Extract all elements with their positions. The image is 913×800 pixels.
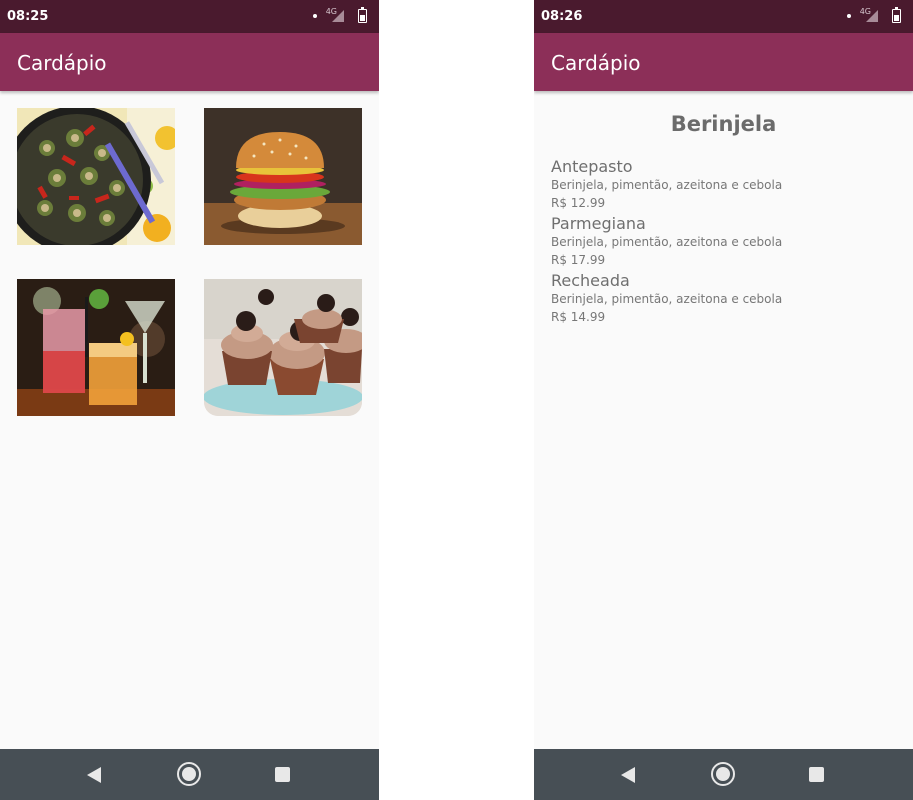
menu-item-price: R$ 17.99 [551, 253, 606, 267]
status-bar: 08:25 4G [0, 0, 379, 33]
menu-item[interactable]: Antepasto Berinjela, pimentão, azeitona … [551, 157, 901, 214]
menu-item-name: Parmegiana [551, 214, 646, 233]
status-time: 08:25 [7, 9, 49, 24]
menu-item-description: Berinjela, pimentão, azeitona e cebola [551, 235, 783, 249]
back-icon[interactable] [87, 767, 101, 783]
home-icon[interactable] [711, 762, 735, 786]
home-icon[interactable] [177, 762, 201, 786]
menu-item-list: Antepasto Berinjela, pimentão, azeitona … [551, 157, 901, 328]
menu-item-price: R$ 14.99 [551, 310, 606, 324]
recents-icon[interactable] [275, 767, 290, 782]
category-tile-drinks[interactable] [17, 279, 175, 416]
menu-detail-screen: 08:26 4G Cardápio Berinjela Antepasto Be… [534, 0, 913, 800]
notification-dot-icon [313, 14, 317, 18]
battery-icon [892, 7, 901, 23]
recents-icon[interactable] [809, 767, 824, 782]
app-title: Cardápio [551, 51, 641, 75]
category-tile-eggplant[interactable] [17, 108, 175, 245]
eggplant-dish-image [17, 108, 175, 245]
menu-item[interactable]: Parmegiana Berinjela, pimentão, azeitona… [551, 214, 901, 271]
signal-icon [866, 10, 878, 22]
menu-item-name: Antepasto [551, 157, 633, 176]
category-title: Berinjela [670, 112, 777, 136]
status-bar: 08:26 4G [534, 0, 913, 33]
menu-item[interactable]: Recheada Berinjela, pimentão, azeitona e… [551, 271, 901, 328]
burger-image [204, 108, 362, 245]
menu-item-price: R$ 12.99 [551, 196, 606, 210]
status-time: 08:26 [541, 9, 583, 24]
menu-item-name: Recheada [551, 271, 630, 290]
menu-item-description: Berinjela, pimentão, azeitona e cebola [551, 292, 783, 306]
signal-icon [332, 10, 344, 22]
category-tile-burger[interactable] [204, 108, 362, 245]
navigation-bar [0, 749, 379, 800]
cupcakes-image [204, 279, 362, 416]
menu-item-description: Berinjela, pimentão, azeitona e cebola [551, 178, 783, 192]
battery-icon [358, 7, 367, 23]
notification-dot-icon [847, 14, 851, 18]
menu-grid-screen: 08:25 4G Cardápio [0, 0, 379, 800]
back-icon[interactable] [621, 767, 635, 783]
app-bar: Cardápio [0, 33, 379, 91]
drinks-image [17, 279, 175, 416]
category-tile-desserts[interactable] [204, 279, 362, 416]
navigation-bar [534, 749, 913, 800]
app-bar: Cardápio [534, 33, 913, 91]
app-title: Cardápio [17, 51, 107, 75]
